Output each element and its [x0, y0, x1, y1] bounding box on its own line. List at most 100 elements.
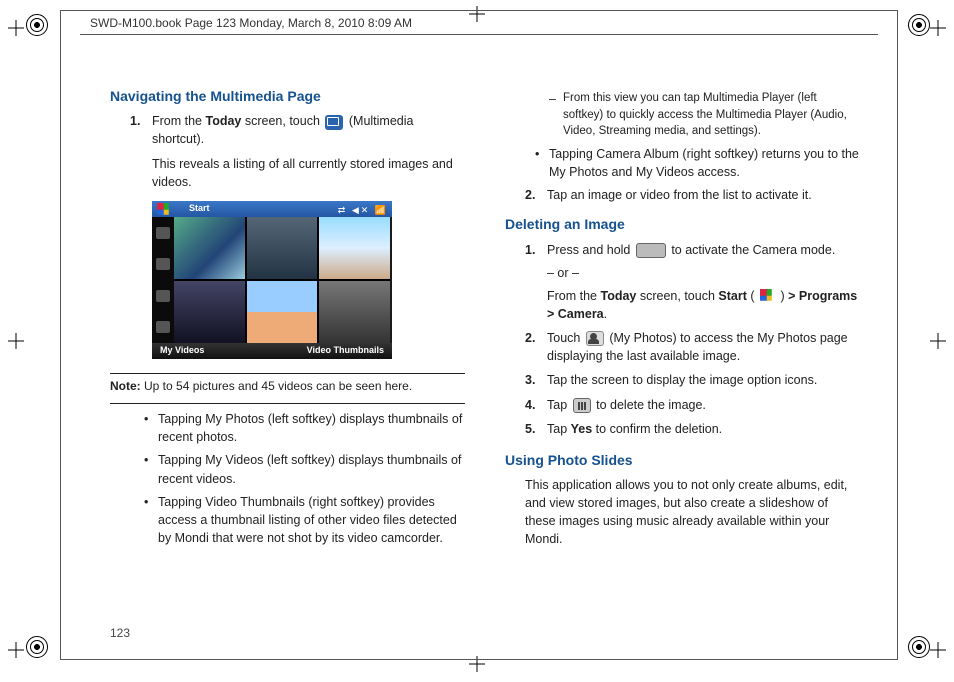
screenshot-sidebar: [152, 217, 174, 343]
text: Press and hold: [547, 243, 634, 257]
today-label: Today: [206, 114, 242, 128]
step-number: 2.: [525, 329, 547, 365]
or-divider: – or –: [547, 264, 860, 282]
step-body: Press and hold to activate the Camera mo…: [547, 241, 860, 324]
multimedia-shortcut-icon: [325, 115, 343, 130]
del-step-1: 1. Press and hold to activate the Camera…: [525, 241, 860, 324]
left-column: Navigating the Multimedia Page 1. From t…: [110, 86, 465, 552]
crop-mark: [926, 16, 950, 40]
status-icons: ⇄ ◀✕ 📶: [338, 204, 388, 217]
multimedia-screenshot: Start ⇄ ◀✕ 📶 My Videos Video Thumbnails: [152, 201, 392, 359]
step-body: Tap to delete the image.: [547, 396, 860, 414]
softkey-right: Video Thumbnails: [307, 344, 384, 357]
start-flag-icon: [760, 289, 775, 304]
crop-mark: [926, 329, 950, 353]
trash-icon: [573, 398, 591, 413]
running-header: SWD-M100.book Page 123 Monday, March 8, …: [90, 16, 412, 30]
thumbnail-grid: [174, 217, 390, 343]
bullet-marker: •: [144, 451, 158, 487]
heading-navigating: Navigating the Multimedia Page: [110, 86, 465, 106]
step-body: Tap the screen to display the image opti…: [547, 371, 860, 389]
thumbnail: [319, 217, 390, 279]
sub-bullet-text: From this view you can tap Multimedia Pl…: [563, 90, 860, 140]
note-rule-bottom: [110, 403, 465, 404]
thumbnail: [247, 217, 318, 279]
del-step-2: 2. Touch (My Photos) to access the My Ph…: [525, 329, 860, 365]
thumbnail: [174, 281, 245, 343]
thumbnail: [319, 281, 390, 343]
step-number: 4.: [525, 396, 547, 414]
step-number: 1.: [130, 112, 152, 191]
screenshot-titlebar: Start ⇄ ◀✕ 📶: [152, 201, 392, 217]
bullet-item: •Tapping Video Thumbnails (right softkey…: [144, 493, 465, 547]
note: Note: Up to 54 pictures and 45 videos ca…: [110, 378, 465, 395]
bullet-text: Tapping My Videos (left softkey) display…: [158, 451, 465, 487]
text: Tap: [547, 422, 571, 436]
step-number: 1.: [525, 241, 547, 324]
text: screen, touch: [241, 114, 323, 128]
step-body: Tap Yes to confirm the deletion.: [547, 420, 860, 438]
del-step-4: 4. Tap to delete the image.: [525, 396, 860, 414]
right-column: – From this view you can tap Multimedia …: [505, 86, 860, 552]
sub-bullet: – From this view you can tap Multimedia …: [549, 90, 860, 140]
screenshot-softkeys: My Videos Video Thumbnails: [152, 343, 392, 359]
registration-mark: [26, 14, 48, 36]
bullet-text: Tapping My Photos (left softkey) display…: [158, 410, 465, 446]
yes-label: Yes: [571, 422, 593, 436]
text: .: [604, 307, 607, 321]
bullet-marker: •: [144, 410, 158, 446]
page-number: 123: [110, 626, 130, 640]
crop-mark: [4, 329, 28, 353]
step-number: 5.: [525, 420, 547, 438]
bullet-list: •Tapping My Photos (left softkey) displa…: [144, 410, 465, 547]
start-label: Start: [718, 289, 746, 303]
bullet-marker: •: [535, 145, 549, 181]
my-photos-icon: [586, 331, 604, 346]
step-number: 2.: [525, 186, 547, 204]
sidebar-icon: [156, 290, 170, 302]
bullet-item: •Tapping My Videos (left softkey) displa…: [144, 451, 465, 487]
softkey-left: My Videos: [160, 344, 204, 357]
text: to activate the Camera mode.: [668, 243, 835, 257]
del-step-5: 5. Tap Yes to confirm the deletion.: [525, 420, 860, 438]
registration-mark: [26, 636, 48, 658]
text: Touch: [547, 331, 584, 345]
bullet-item: • Tapping Camera Album (right softkey) r…: [535, 145, 860, 181]
header-rule: [80, 34, 878, 35]
sidebar-icon: [156, 227, 170, 239]
del-step-3: 3. Tap the screen to display the image o…: [525, 371, 860, 389]
text: to delete the image.: [593, 398, 706, 412]
dash-marker: –: [549, 90, 563, 140]
text: Tap: [547, 398, 571, 412]
step-body: Tap an image or video from the list to a…: [547, 186, 860, 204]
note-label: Note:: [110, 379, 141, 393]
crop-mark: [4, 638, 28, 662]
today-label: Today: [601, 289, 637, 303]
note-rule-top: [110, 373, 465, 374]
text: From the: [152, 114, 206, 128]
sidebar-icon: [156, 321, 170, 333]
step-1: 1. From the Today screen, touch (Multime…: [130, 112, 465, 191]
text: to confirm the deletion.: [592, 422, 722, 436]
thumbnail: [247, 281, 318, 343]
step-2: 2. Tap an image or video from the list t…: [525, 186, 860, 204]
step-body: Touch (My Photos) to access the My Photo…: [547, 329, 860, 365]
crop-mark: [4, 16, 28, 40]
text: ): [777, 289, 788, 303]
heading-photo-slides: Using Photo Slides: [505, 450, 860, 470]
content-area: Navigating the Multimedia Page 1. From t…: [110, 86, 860, 552]
start-label: Start: [171, 202, 210, 215]
text: screen, touch: [636, 289, 718, 303]
bullet-item: •Tapping My Photos (left softkey) displa…: [144, 410, 465, 446]
bullet-text: Tapping Video Thumbnails (right softkey)…: [158, 493, 465, 547]
crop-mark: [926, 638, 950, 662]
heading-deleting: Deleting an Image: [505, 214, 860, 234]
step-body: From the Today screen, touch (Multimedia…: [152, 112, 465, 191]
text: (: [747, 289, 758, 303]
thumbnail: [174, 217, 245, 279]
photo-slides-body: This application allows you to not only …: [525, 476, 860, 549]
step-number: 3.: [525, 371, 547, 389]
bullet-text: Tapping Camera Album (right softkey) ret…: [549, 145, 860, 181]
alt-path: From the Today screen, touch Start ( ) >…: [547, 287, 860, 323]
note-body: Up to 54 pictures and 45 videos can be s…: [141, 379, 413, 393]
